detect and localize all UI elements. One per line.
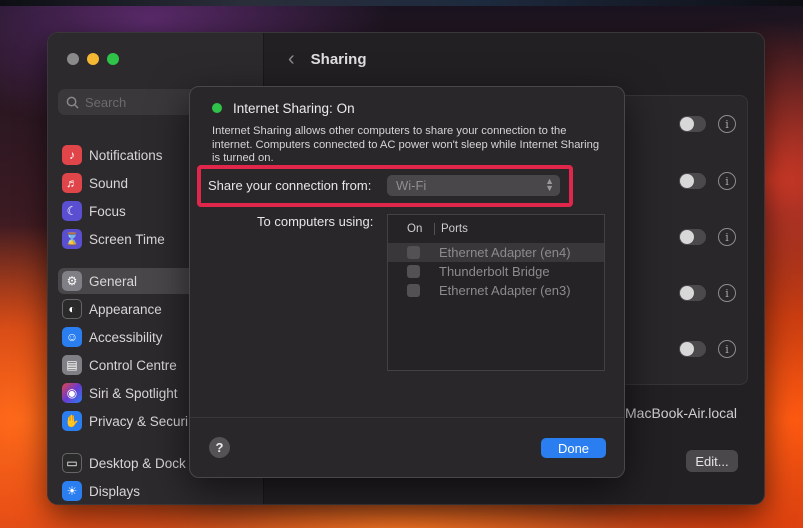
speaker-icon: ♬ bbox=[62, 173, 82, 193]
port-name: Ethernet Adapter (en4) bbox=[439, 245, 571, 260]
dialog-title: Internet Sharing: On bbox=[233, 101, 355, 116]
control-centre-icon: ▤ bbox=[62, 355, 82, 375]
service-toggle[interactable] bbox=[679, 285, 706, 301]
sidebar-item-displays[interactable]: ☀ Displays bbox=[58, 478, 258, 504]
back-chevron-icon[interactable]: ‹ bbox=[288, 48, 295, 71]
share-connection-value: Wi-Fi bbox=[396, 178, 427, 193]
ports-table: On Ports Ethernet Adapter (en4) Thunderb… bbox=[387, 214, 605, 371]
close-window-button[interactable] bbox=[67, 53, 79, 65]
share-connection-label: Share your connection from: bbox=[208, 178, 372, 193]
info-icon[interactable]: i bbox=[718, 284, 736, 302]
bell-icon: ♪ bbox=[62, 145, 82, 165]
internet-sharing-dialog: Internet Sharing: On Internet Sharing al… bbox=[189, 86, 625, 478]
port-checkbox[interactable] bbox=[407, 246, 420, 259]
zoom-window-button[interactable] bbox=[107, 53, 119, 65]
table-row[interactable]: Thunderbolt Bridge bbox=[388, 262, 604, 281]
service-toggle[interactable] bbox=[679, 116, 706, 132]
table-row[interactable]: Ethernet Adapter (en3) bbox=[388, 281, 604, 300]
dialog-description: Internet Sharing allows other computers … bbox=[212, 125, 600, 164]
appearance-icon: ◐ bbox=[62, 299, 82, 319]
edit-hostname-button[interactable]: Edit... bbox=[686, 450, 738, 472]
dialog-divider bbox=[190, 417, 624, 418]
sidebar-item-label: Focus bbox=[89, 203, 126, 219]
sidebar-item-label: Sound bbox=[89, 175, 129, 191]
table-row[interactable]: Ethernet Adapter (en4) bbox=[388, 243, 604, 262]
help-button[interactable]: ? bbox=[209, 437, 230, 458]
port-name: Ethernet Adapter (en3) bbox=[439, 283, 571, 298]
info-icon[interactable]: i bbox=[718, 340, 736, 358]
hand-icon: ✋ bbox=[62, 411, 82, 431]
desktop-top-strip bbox=[0, 0, 803, 6]
service-toggle[interactable] bbox=[679, 173, 706, 189]
accessibility-icon: ☺ bbox=[62, 327, 82, 347]
status-dot-icon bbox=[212, 103, 222, 113]
sun-icon: ☀ bbox=[62, 481, 82, 501]
page-title: Sharing bbox=[310, 50, 367, 68]
port-checkbox[interactable] bbox=[407, 284, 420, 297]
sidebar-item-label: Notifications bbox=[89, 147, 163, 163]
sidebar-item-label: Displays bbox=[89, 483, 141, 499]
sidebar-item-label: Screen Time bbox=[89, 231, 165, 247]
info-icon[interactable]: i bbox=[718, 115, 736, 133]
service-toggle[interactable] bbox=[679, 341, 706, 357]
port-checkbox[interactable] bbox=[407, 265, 420, 278]
sidebar-item-label: Control Centre bbox=[89, 357, 177, 373]
done-button[interactable]: Done bbox=[541, 438, 606, 458]
content-titlebar: ‹ Sharing bbox=[264, 33, 764, 85]
search-icon bbox=[66, 96, 79, 109]
sidebar-item-label: Siri & Spotlight bbox=[89, 385, 178, 401]
to-computers-label: To computers using: bbox=[257, 214, 374, 229]
search-placeholder: Search bbox=[85, 94, 127, 110]
moon-icon: ☾ bbox=[62, 201, 82, 221]
gear-icon: ⚙ bbox=[62, 271, 82, 291]
service-toggle[interactable] bbox=[679, 229, 706, 245]
local-hostname: MacBook-Air.local bbox=[625, 405, 738, 421]
dock-icon: ▭ bbox=[62, 453, 82, 473]
sidebar-item-label: Appearance bbox=[89, 301, 162, 317]
siri-icon: ◉ bbox=[62, 383, 82, 403]
info-icon[interactable]: i bbox=[718, 228, 736, 246]
column-header-on: On bbox=[407, 223, 423, 235]
info-icon[interactable]: i bbox=[718, 172, 736, 190]
sidebar-item-label: Accessibility bbox=[89, 329, 163, 345]
chevron-updown-icon: ▲ ▼ bbox=[545, 176, 554, 193]
share-connection-select[interactable]: Wi-Fi ▲ ▼ bbox=[387, 175, 560, 196]
hourglass-icon: ⌛ bbox=[62, 229, 82, 249]
sidebar-item-label: General bbox=[89, 273, 138, 289]
minimize-window-button[interactable] bbox=[87, 53, 99, 65]
port-name: Thunderbolt Bridge bbox=[439, 264, 550, 279]
sidebar-item-label: Privacy & Securi bbox=[89, 413, 189, 429]
column-divider bbox=[434, 223, 435, 235]
sidebar-item-label: Desktop & Dock bbox=[89, 455, 186, 471]
column-header-ports: Ports bbox=[441, 223, 468, 235]
